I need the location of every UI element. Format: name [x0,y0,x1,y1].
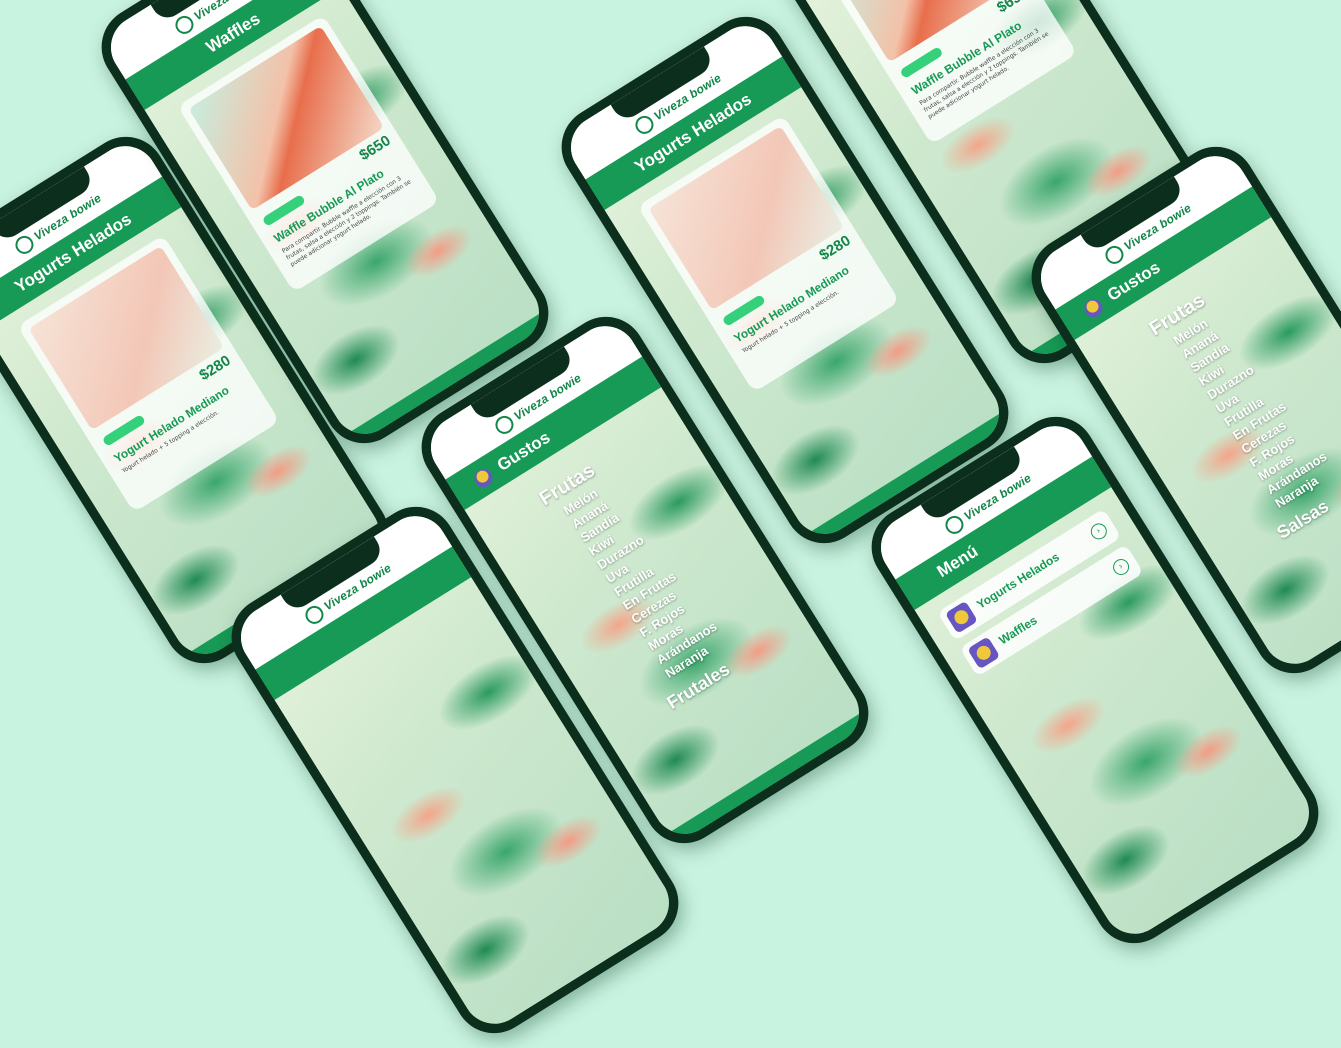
menu-item-label: Waffles [996,613,1040,648]
product-card[interactable]: $650 Waffle Bubble Al Plato Para compart… [814,0,1078,145]
menu-thumbnail [944,600,978,634]
chevron-right-icon[interactable]: › [1087,520,1110,543]
menu-thumbnail [967,636,1001,670]
chevron-right-icon[interactable]: › [1110,555,1133,579]
product-image [825,0,1022,63]
flavor-list: Frutas Melón Ananá Sandía Kiwi Durazno U… [1146,278,1341,544]
product-description: Yogurt helado + 5 topping a elección. [740,289,841,355]
footer-bar [666,711,872,846]
flavor-list: Frutas Melón Ananá Sandía Kiwi Durazno U… [536,448,744,714]
product-description: Yogurt helado + 5 topping a elección. [120,409,221,475]
